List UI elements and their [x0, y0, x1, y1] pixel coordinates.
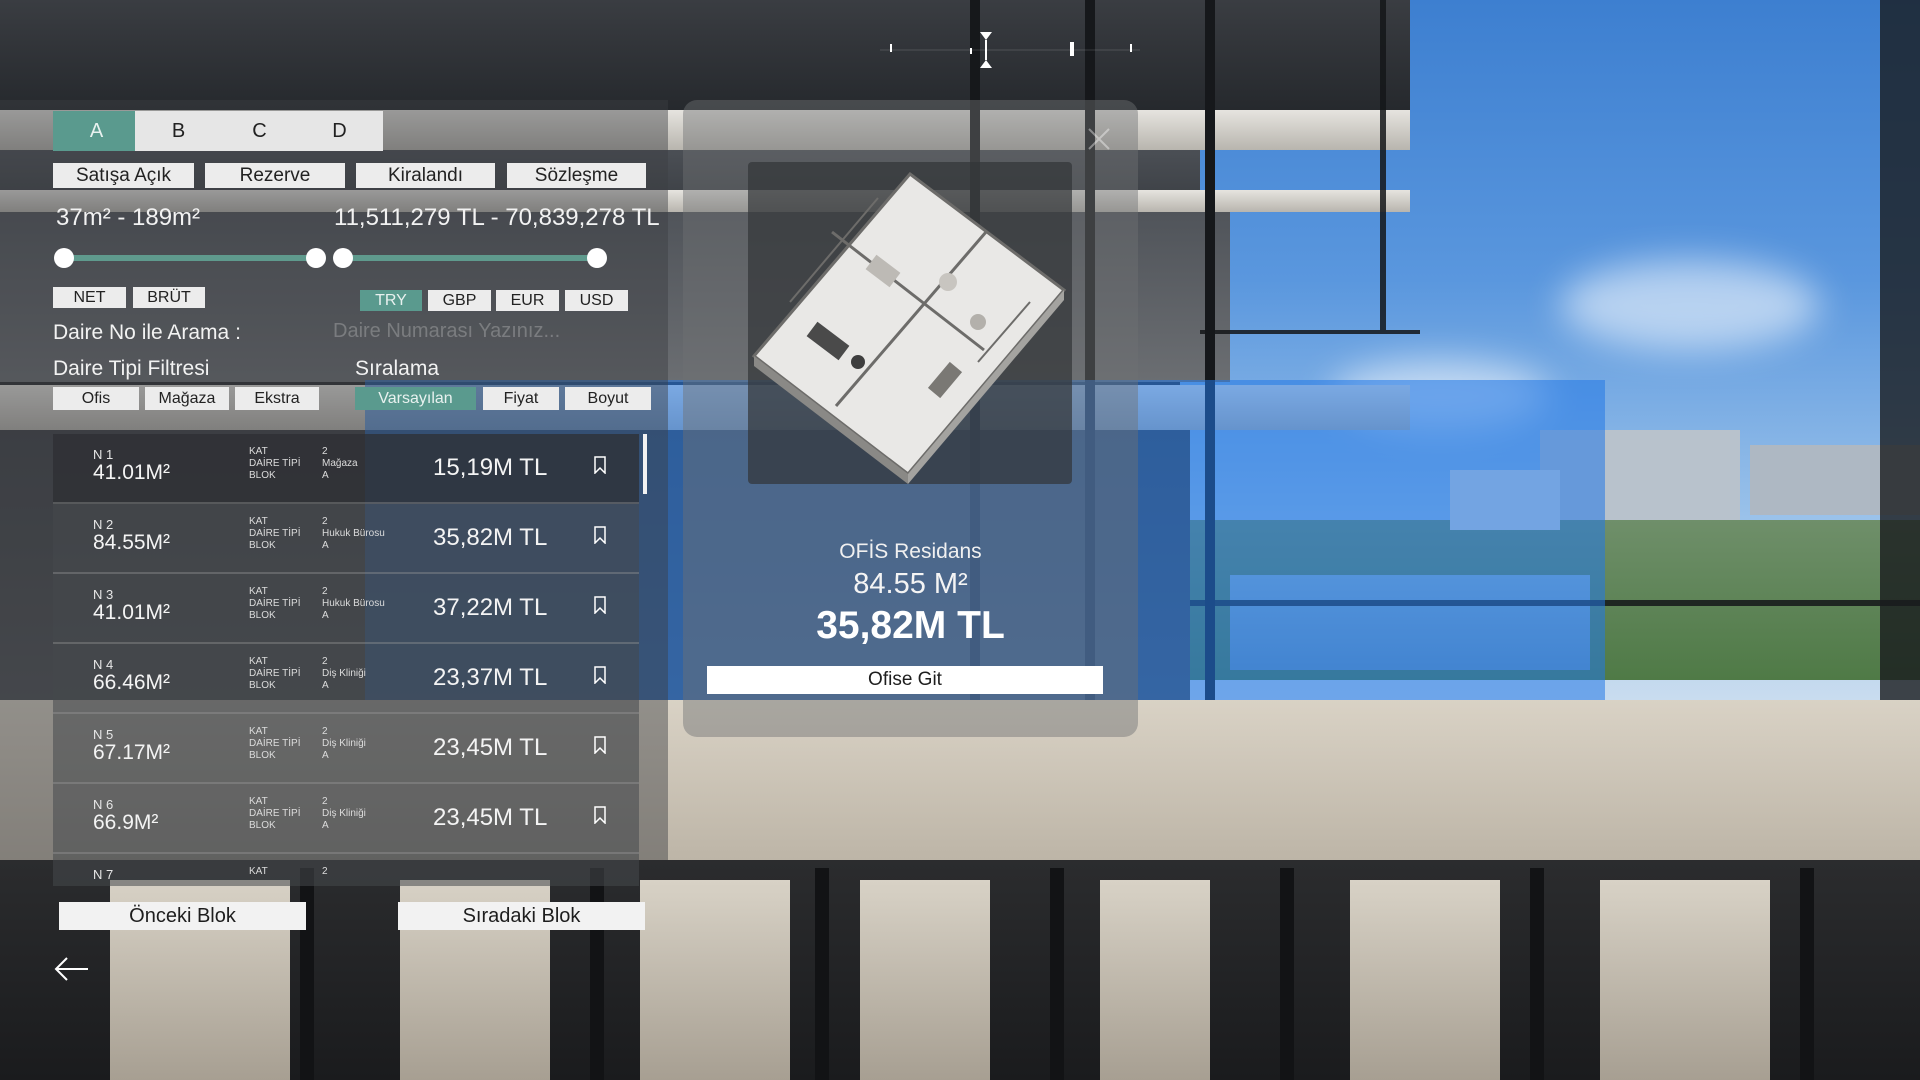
unit-meta-values: 2 Diş Kliniği A: [322, 656, 366, 691]
unit-meta-labels: KAT: [249, 866, 268, 877]
unit-number: N 4: [93, 657, 114, 672]
price-max-handle[interactable]: [587, 248, 607, 268]
price-range-track[interactable]: [343, 255, 597, 261]
unit-meta-values: 2 Hukuk Bürosu A: [322, 586, 385, 621]
close-icon[interactable]: [1085, 125, 1113, 153]
unit-number: N 1: [93, 447, 114, 462]
unit-row[interactable]: N 1 41.01M² KAT DAİRE TİPİ BLOK 2 Mağaza A 1…: [53, 434, 639, 504]
unit-area: 66.46M²: [93, 671, 171, 694]
type-filter-office[interactable]: Ofis: [53, 387, 139, 410]
area-range-track[interactable]: [63, 255, 318, 261]
unit-area: 41.01M²: [93, 461, 171, 484]
unit-row[interactable]: N 3 41.01M² KAT DAİRE TİPİ BLOK 2 Hukuk Bür…: [53, 574, 639, 644]
sort-default[interactable]: Varsayılan: [355, 387, 476, 410]
unit-list: N 1 41.01M² KAT DAİRE TİPİ BLOK 2 Mağaza A 1…: [53, 434, 639, 886]
unit-list-scrollbar[interactable]: [643, 434, 647, 494]
unit-price-detail: 35,82M TL: [816, 604, 1005, 647]
status-filter-contract[interactable]: Sözleşme: [507, 163, 646, 188]
area-range-text: 37m² - 189m²: [56, 204, 201, 231]
unit-type-title: OFİS Residans: [839, 540, 982, 563]
sort-price[interactable]: Fiyat: [483, 387, 559, 410]
currency-usd[interactable]: USD: [565, 290, 628, 311]
status-filter-rented[interactable]: Kiralandı: [356, 163, 495, 188]
unit-meta-labels: KAT DAİRE TİPİ BLOK: [249, 726, 301, 761]
area-max-handle[interactable]: [306, 248, 326, 268]
unit-row[interactable]: N 2 84.55M² KAT DAİRE TİPİ BLOK 2 Hukuk Bür…: [53, 504, 639, 574]
unit-row[interactable]: N 6 66.9M² KAT DAİRE TİPİ BLOK 2 Diş Kliniğ…: [53, 784, 639, 854]
compass-indicator: [880, 32, 1140, 68]
type-filter-label: Daire Tipi Filtresi: [53, 357, 210, 380]
unit-row[interactable]: N 5 67.17M² KAT DAİRE TİPİ BLOK 2 Diş Klini…: [53, 714, 639, 784]
bookmark-icon[interactable]: [593, 456, 607, 474]
block-tab-b[interactable]: B: [135, 111, 222, 151]
brut-toggle[interactable]: BRÜT: [133, 287, 205, 308]
next-block-button[interactable]: Sıradaki Blok: [398, 902, 645, 930]
price-range-text: 11,511,279 TL - 70,839,278 TL: [334, 204, 660, 231]
unit-area: 84.55M²: [93, 531, 171, 554]
type-filter-extra[interactable]: Ekstra: [235, 387, 319, 410]
currency-try[interactable]: TRY: [360, 290, 422, 311]
unit-area-detail: 84.55 M²: [853, 568, 968, 600]
unit-meta-values: 2 Mağaza A: [322, 446, 358, 481]
unit-row[interactable]: N 7 KAT 2: [53, 854, 639, 886]
currency-eur[interactable]: EUR: [496, 290, 559, 311]
price-min-handle[interactable]: [333, 248, 353, 268]
previous-block-button[interactable]: Önceki Blok: [59, 902, 306, 930]
bookmark-icon[interactable]: [593, 806, 607, 824]
sort-size[interactable]: Boyut: [565, 387, 651, 410]
unit-meta-values: 2 Diş Kliniği A: [322, 726, 366, 761]
unit-number: N 5: [93, 727, 114, 742]
bookmark-icon[interactable]: [593, 666, 607, 684]
unit-number: N 2: [93, 517, 114, 532]
bookmark-icon[interactable]: [593, 596, 607, 614]
status-filter-for-sale[interactable]: Satışa Açık: [53, 163, 194, 188]
unit-area: 41.01M²: [93, 601, 171, 624]
unit-meta-labels: KAT DAİRE TİPİ BLOK: [249, 656, 301, 691]
unit-number: N 3: [93, 587, 114, 602]
block-tab-c[interactable]: C: [216, 111, 303, 151]
status-filter-reserved[interactable]: Rezerve: [205, 163, 345, 188]
bookmark-icon[interactable]: [593, 736, 607, 754]
unit-meta-values: 2 Hukuk Bürosu A: [322, 516, 385, 551]
unit-number: N 7: [93, 867, 114, 882]
unit-meta-labels: KAT DAİRE TİPİ BLOK: [249, 446, 301, 481]
net-toggle[interactable]: NET: [53, 287, 126, 308]
unit-meta-labels: KAT DAİRE TİPİ BLOK: [249, 516, 301, 551]
bookmark-icon[interactable]: [593, 526, 607, 544]
sort-label: Sıralama: [355, 357, 440, 380]
block-tab-a[interactable]: A: [53, 111, 140, 151]
unit-meta-values: 2: [322, 866, 328, 877]
unit-area: 66.9M²: [93, 811, 159, 834]
search-label: Daire No ile Arama :: [53, 321, 241, 344]
block-tab-d[interactable]: D: [296, 111, 383, 151]
unit-area: 67.17M²: [93, 741, 171, 764]
unit-search-input[interactable]: Daire Numarası Yazınız...: [333, 320, 560, 343]
unit-meta-labels: KAT DAİRE TİPİ BLOK: [249, 796, 301, 831]
floor-plan-image: [748, 162, 1072, 484]
back-arrow-icon[interactable]: [52, 954, 92, 984]
unit-meta-labels: KAT DAİRE TİPİ BLOK: [249, 586, 301, 621]
currency-gbp[interactable]: GBP: [428, 290, 491, 311]
area-min-handle[interactable]: [54, 248, 74, 268]
unit-meta-values: 2 Diş Kliniği A: [322, 796, 366, 831]
unit-row[interactable]: N 4 66.46M² KAT DAİRE TİPİ BLOK 2 Diş Klini…: [53, 644, 639, 714]
floor-plan-3d-icon: [751, 171, 1067, 484]
go-to-office-button[interactable]: Ofise Git: [707, 666, 1103, 694]
type-filter-store[interactable]: Mağaza: [145, 387, 229, 410]
unit-number: N 6: [93, 797, 114, 812]
